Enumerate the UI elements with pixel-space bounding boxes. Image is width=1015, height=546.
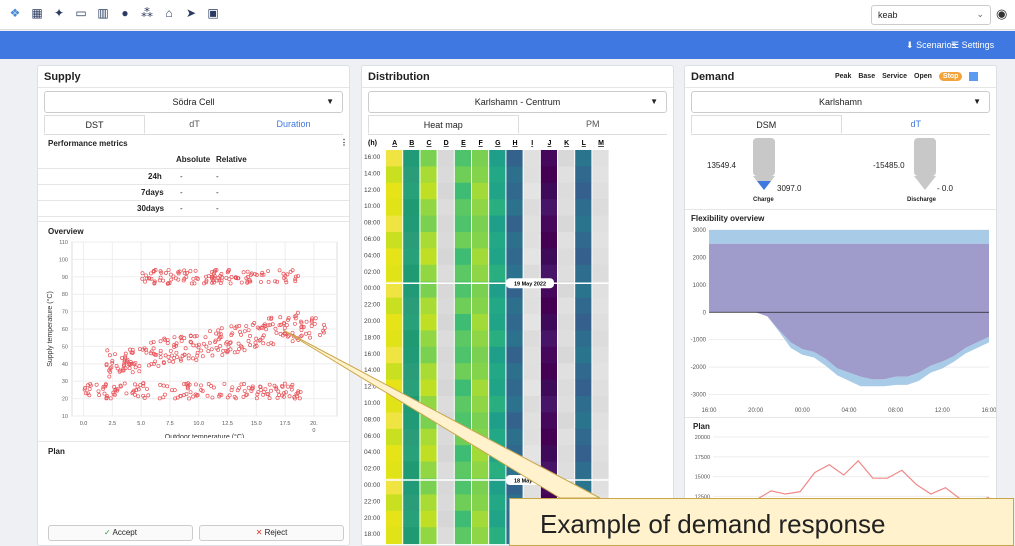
callout-arrow	[282, 329, 601, 499]
callout-box: Example of demand response	[509, 498, 1014, 546]
callout-pointer	[282, 329, 601, 499]
